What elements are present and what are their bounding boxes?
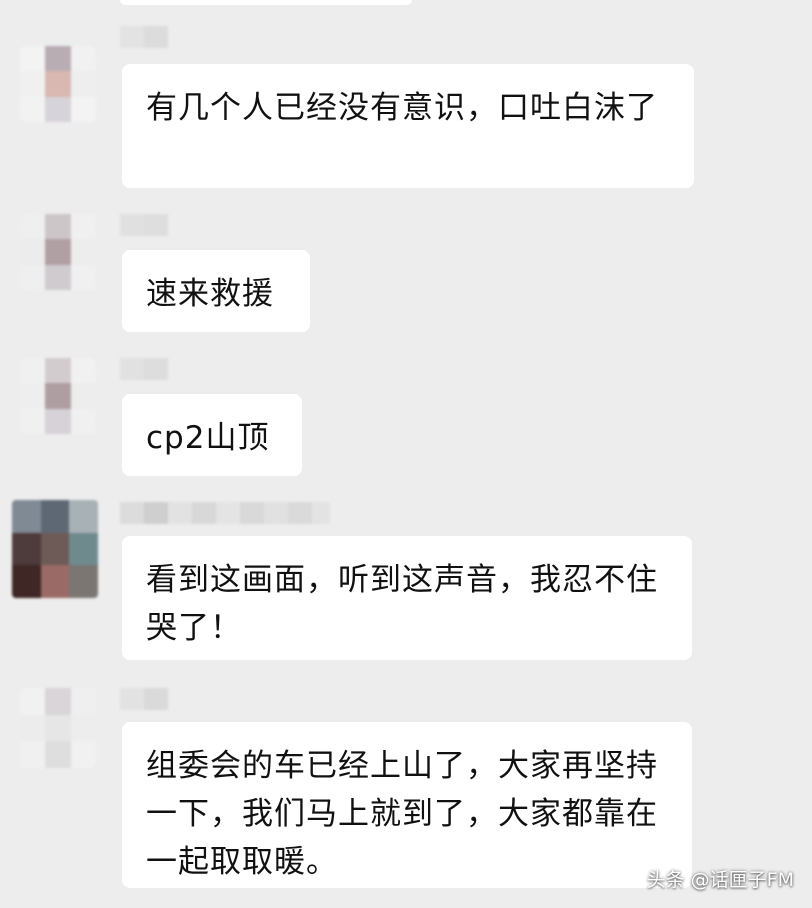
watermark-text: 头条 @话匣子FM [646,869,794,891]
sender-name-redacted [120,688,168,710]
message-text: 看到这画面，听到这声音，我忍不住哭了！ [146,562,658,646]
message-text: 有几个人已经没有意识，口吐白沫了 [146,90,658,126]
avatar[interactable] [20,46,96,122]
previous-message-bubble-edge [120,0,412,5]
sender-name-redacted [120,214,168,236]
avatar[interactable] [12,500,98,598]
sender-name-redacted [120,502,330,524]
message-bubble[interactable]: 速来救援 [122,250,310,332]
avatar[interactable] [20,358,96,434]
message-bubble[interactable]: 看到这画面，听到这声音，我忍不住哭了！ [122,536,692,660]
message-text: 组委会的车已经上山了，大家再坚持一下，我们马上就到了，大家都靠在一起取取暖。 [146,748,658,880]
avatar[interactable] [20,214,96,290]
message-text: cp2山顶 [146,420,270,456]
message-bubble[interactable]: 有几个人已经没有意识，口吐白沫了 [122,64,694,188]
avatar[interactable] [20,688,96,768]
sender-name-redacted [120,358,168,380]
sender-name-redacted [120,26,168,48]
message-bubble[interactable]: cp2山顶 [122,394,302,476]
chat-message-list: 有几个人已经没有意识，口吐白沫了 速来救援 cp2山顶 看到这画面，听到这声音，… [0,0,812,908]
message-text: 速来救援 [146,276,274,312]
message-bubble[interactable]: 组委会的车已经上山了，大家再坚持一下，我们马上就到了，大家都靠在一起取取暖。 [122,722,692,888]
